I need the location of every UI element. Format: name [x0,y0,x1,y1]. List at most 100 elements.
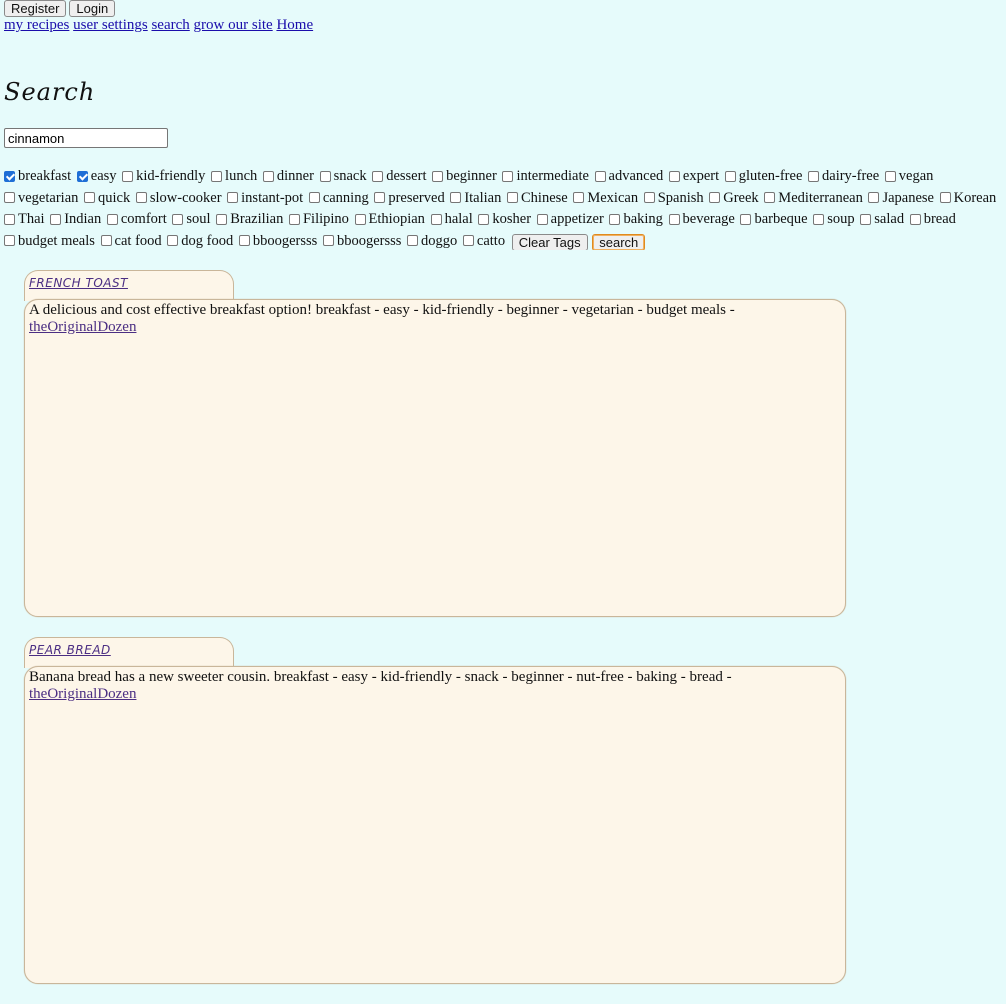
tag-option[interactable]: beverage [668,209,735,229]
tag-option[interactable]: Indian [50,209,101,229]
tag-option[interactable]: instant-pot [227,188,303,208]
tag-option[interactable]: Mediterranean [764,188,863,208]
tag-checkbox[interactable] [764,192,776,203]
tag-option[interactable]: budget meals [4,231,95,251]
tag-checkbox[interactable] [84,192,96,203]
tag-option[interactable]: slow-cooker [135,188,222,208]
tag-checkbox[interactable] [507,192,518,203]
tag-option[interactable]: dessert [372,166,426,186]
tag-checkbox[interactable] [322,235,334,246]
recipe-title-link[interactable]: FRENCH TOAST [29,276,128,290]
recipe-title-link[interactable]: PEAR BREAD [29,643,111,657]
tag-option[interactable]: soul [172,209,211,229]
tag-checkbox[interactable] [216,213,228,225]
tag-checkbox[interactable] [909,213,921,225]
tag-checkbox[interactable] [939,192,951,203]
tag-option[interactable]: vegan [884,166,933,186]
tag-checkbox[interactable] [319,170,331,182]
tag-checkbox[interactable] [238,235,250,246]
recipe-author-link[interactable]: theOriginalDozen [29,319,136,335]
nav-link-grow[interactable]: grow our site [194,17,273,33]
nav-link-search[interactable]: search [151,17,189,33]
tag-checkbox[interactable] [135,192,147,203]
tag-option[interactable]: bread [909,209,956,229]
tag-checkbox[interactable] [50,213,62,225]
tag-checkbox[interactable] [354,213,366,225]
nav-link-user-settings[interactable]: user settings [73,17,148,33]
tag-checkbox[interactable] [172,213,184,225]
tag-checkbox[interactable] [724,170,736,182]
tag-option[interactable]: Spanish [643,188,704,208]
tag-option[interactable]: expert [668,166,719,186]
tag-checkbox[interactable] [100,235,112,246]
tag-option[interactable]: preserved [374,188,445,208]
tag-option[interactable]: intermediate [502,166,589,186]
tag-checkbox[interactable] [536,213,548,225]
recipe-author-link[interactable]: theOriginalDozen [29,686,136,702]
tag-checkbox[interactable] [372,170,384,182]
tag-option[interactable]: dairy-free [808,166,879,186]
tag-option[interactable]: dog food [167,231,233,251]
tag-checkbox[interactable] [668,170,680,182]
tag-option[interactable]: dinner [262,166,314,186]
tag-checkbox[interactable] [594,170,606,182]
tag-option[interactable]: canning [308,188,369,208]
tag-checkbox[interactable] [167,235,179,246]
tag-option[interactable]: vegetarian [4,188,78,208]
tag-option[interactable]: comfort [106,209,167,229]
tag-checkbox[interactable] [643,192,655,203]
tag-option[interactable]: Greek [709,188,759,208]
tag-option[interactable]: catto [462,231,505,251]
nav-link-home[interactable]: Home [276,17,313,33]
tag-checkbox[interactable] [502,170,514,182]
tag-checkbox[interactable] [740,213,752,225]
nav-link-my-recipes[interactable]: my recipes [4,17,69,33]
tag-option[interactable]: Korean [939,188,996,208]
tag-checkbox[interactable] [868,192,880,203]
tag-checkbox[interactable] [860,213,872,225]
tag-option[interactable]: easy [76,166,117,186]
tag-checkbox[interactable] [4,235,15,246]
tag-option[interactable]: doggo [407,231,457,251]
tag-checkbox[interactable] [308,192,320,203]
tag-option[interactable]: kid-friendly [122,166,205,186]
tag-checkbox[interactable] [808,170,820,182]
tag-option[interactable]: Thai [4,209,45,229]
tag-checkbox[interactable] [709,192,721,203]
tag-option[interactable]: gluten-free [724,166,802,186]
tag-option[interactable]: Japanese [868,188,934,208]
tag-option[interactable]: advanced [594,166,663,186]
tag-option[interactable]: breakfast [4,166,71,186]
tag-option[interactable]: Chinese [507,188,568,208]
register-button[interactable]: Register [4,0,67,17]
tag-checkbox[interactable] [573,192,585,203]
tag-checkbox[interactable] [813,213,825,225]
tag-option[interactable]: Brazilian [216,209,283,229]
tag-checkbox[interactable] [211,170,223,182]
tag-option[interactable]: baking [609,209,663,229]
tag-option[interactable]: beginner [432,166,497,186]
tag-option[interactable]: salad [860,209,904,229]
tag-checkbox[interactable] [227,192,239,203]
tag-checkbox[interactable] [374,192,386,203]
search-button[interactable]: search [592,234,646,250]
tag-option[interactable]: lunch [211,166,257,186]
tag-option[interactable]: halal [430,209,473,229]
tag-checkbox[interactable] [668,213,680,225]
tag-checkbox[interactable] [450,192,462,203]
tag-option[interactable]: bboogersss [238,231,317,251]
tag-option[interactable]: cat food [100,231,162,251]
tag-checkbox[interactable] [432,170,444,182]
tag-option[interactable]: quick [84,188,130,208]
tag-option[interactable]: Mexican [573,188,638,208]
tag-option[interactable]: soup [813,209,855,229]
tag-checkbox[interactable] [407,235,419,246]
tag-checkbox[interactable] [76,170,88,182]
clear-tags-button[interactable]: Clear Tags [511,234,588,250]
tag-checkbox[interactable] [122,170,134,182]
login-button[interactable]: Login [69,0,116,17]
tag-checkbox[interactable] [478,213,490,225]
tag-option[interactable]: Filipino [288,209,349,229]
tag-option[interactable]: bboogersss [322,231,401,251]
tag-checkbox[interactable] [4,213,15,225]
